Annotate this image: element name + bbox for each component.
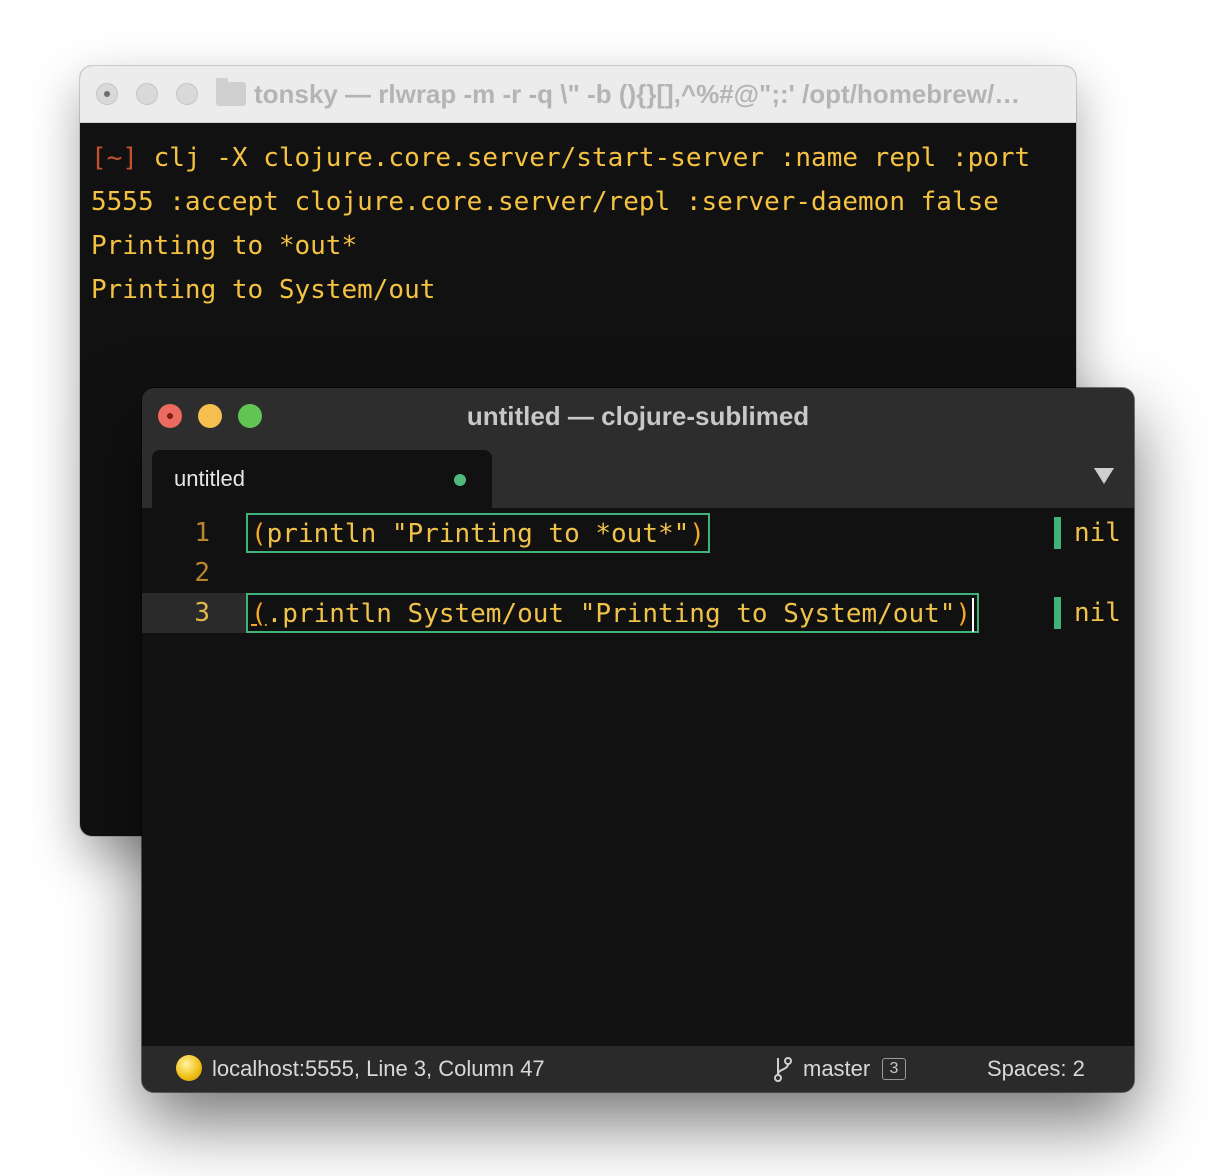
- open-paren: (: [251, 599, 267, 629]
- close-paren: ): [689, 519, 705, 549]
- minimize-button[interactable]: [136, 83, 158, 105]
- terminal-line-text: 5555 :accept clojure.core.server/repl :s…: [91, 187, 999, 217]
- terminal-line: [~] clj -X clojure.core.server/start-ser…: [91, 136, 1066, 180]
- line-number: 1: [194, 518, 210, 548]
- eval-result: nil: [1074, 518, 1121, 548]
- code-line: 2: [142, 553, 1134, 593]
- line-number: 3: [194, 598, 210, 628]
- git-branch-icon: [774, 1057, 792, 1082]
- terminal-line-text: Printing to *out*: [91, 231, 358, 261]
- shell-prompt: [~]: [91, 143, 138, 173]
- status-connection: localhost:5555, Line 3, Column 47: [212, 1056, 545, 1081]
- terminal-output[interactable]: [~] clj -X clojure.core.server/start-ser…: [91, 136, 1066, 312]
- tab-label: untitled: [174, 466, 245, 491]
- terminal-line: Printing to *out*: [91, 224, 1066, 268]
- indentation-setting[interactable]: Spaces: 2: [987, 1054, 1085, 1084]
- ball-icon: [176, 1055, 202, 1081]
- code-line: 3 (.println System/out "Printing to Syst…: [142, 593, 1134, 633]
- code-text: println "Printing to *out*": [266, 519, 690, 549]
- editor-title: untitled — clojure-sublimed: [466, 401, 810, 431]
- eval-result: nil: [1074, 598, 1121, 628]
- chevron-down-icon[interactable]: [1094, 468, 1114, 484]
- branch-name[interactable]: master: [803, 1054, 870, 1084]
- code-text: .println System/out "Printing to System/…: [266, 599, 956, 629]
- tab-untitled[interactable]: untitled: [152, 450, 492, 508]
- terminal-line-text: Printing to System/out: [91, 275, 436, 305]
- tab-bar: untitled: [142, 444, 1134, 508]
- terminal-line-text: clj -X clojure.core.server/start-server …: [137, 143, 1031, 173]
- evaluated-form[interactable]: (println "Printing to *out*"): [246, 513, 710, 553]
- folder-icon: [216, 78, 246, 106]
- evaluated-form[interactable]: (.println System/out "Printing to System…: [246, 593, 980, 633]
- status-bar: localhost:5555, Line 3, Column 47 master…: [142, 1046, 1134, 1092]
- code-line: 1 (println "Printing to *out*") nil: [142, 513, 1134, 553]
- zoom-button[interactable]: [176, 83, 198, 105]
- close-paren: ): [955, 599, 972, 629]
- result-marker: [1054, 517, 1061, 549]
- line-number: 2: [194, 558, 210, 588]
- terminal-titlebar[interactable]: tonsky — rlwrap -m -r -q \" -b (){}[],^%…: [80, 66, 1076, 123]
- terminal-line: 5555 :accept clojure.core.server/repl :s…: [91, 180, 1066, 224]
- open-paren: (: [251, 519, 267, 549]
- text-cursor: [972, 597, 975, 632]
- editor-titlebar[interactable]: untitled — clojure-sublimed: [142, 388, 1134, 444]
- close-button[interactable]: [96, 83, 118, 105]
- branch-count-badge: 3: [882, 1058, 906, 1080]
- result-marker: [1054, 597, 1061, 629]
- editor-window[interactable]: untitled — clojure-sublimed untitled 1 (…: [142, 388, 1134, 1092]
- code-area[interactable]: 1 (println "Printing to *out*") nil 2 3 …: [142, 508, 1134, 633]
- terminal-title: tonsky — rlwrap -m -r -q \" -b (){}[],^%…: [254, 79, 1021, 109]
- terminal-line: Printing to System/out: [91, 268, 1066, 312]
- modified-dot-icon: [454, 474, 466, 486]
